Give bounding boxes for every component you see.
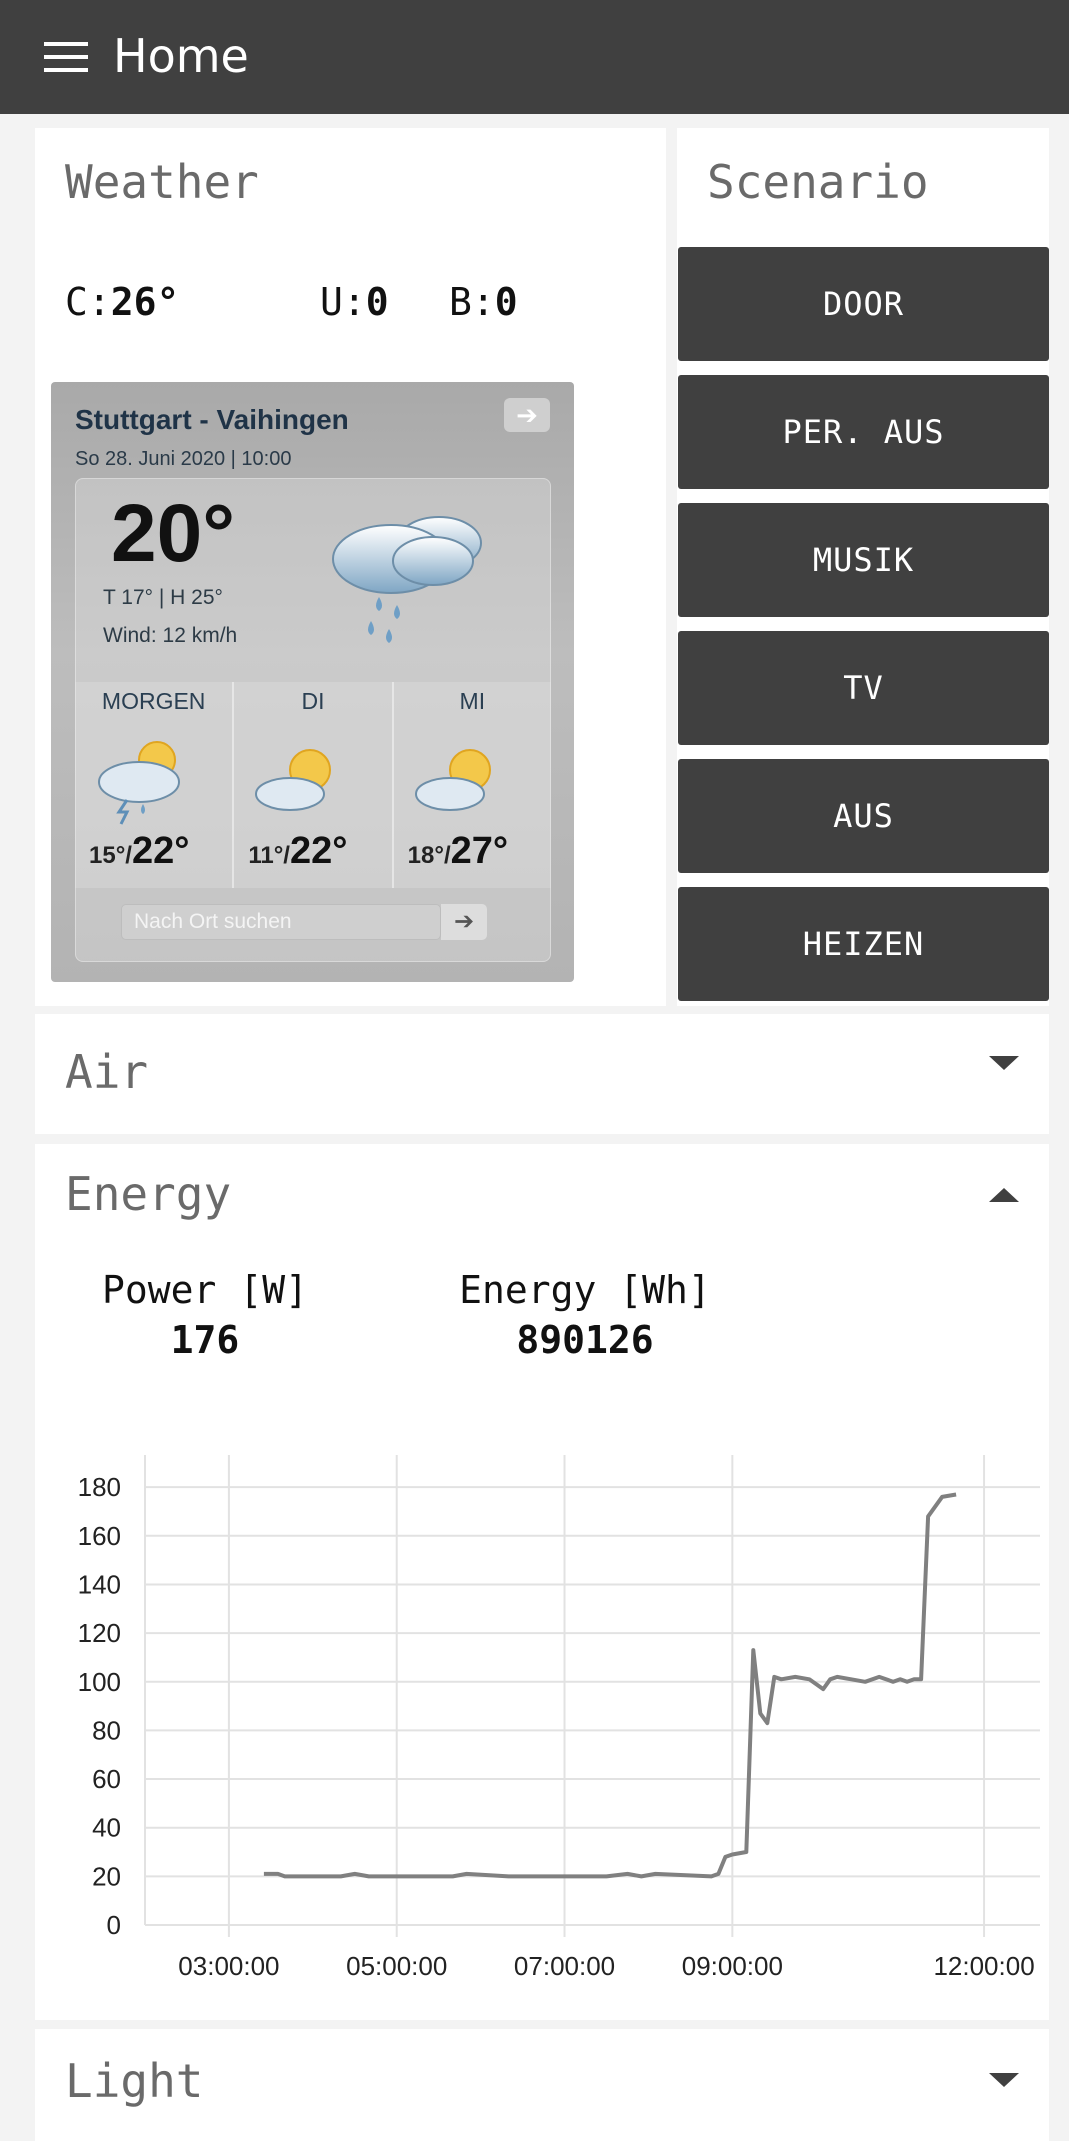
power-value: 176 — [170, 1318, 240, 1362]
chevron-up-icon[interactable] — [989, 1188, 1019, 1202]
y-tick-label: 160 — [78, 1521, 121, 1551]
x-tick-label: 03:00:00 — [178, 1951, 279, 1981]
forecast-day: DI 11°/22° — [234, 682, 394, 888]
forecast-day: MI 18°/27° — [393, 682, 551, 888]
scenario-tv-button[interactable]: TV — [678, 631, 1049, 745]
metric-c: C:26° — [65, 278, 179, 326]
y-tick-label: 0 — [107, 1910, 121, 1940]
forecast-high: 22° — [289, 830, 348, 872]
forecast-high: 22° — [131, 830, 190, 872]
metric-u: U:0 — [320, 278, 389, 326]
search-arrow-icon[interactable]: ➔ — [441, 904, 487, 940]
metric-b-key: B: — [449, 280, 495, 324]
x-tick-label: 09:00:00 — [682, 1951, 783, 1981]
forecast-low: 15°/ — [89, 842, 132, 869]
metric-u-value: 0 — [365, 280, 389, 324]
x-tick-label: 12:00:00 — [933, 1951, 1034, 1981]
app-bar: Home — [0, 0, 1069, 114]
forecast-day-name: DI — [301, 688, 325, 714]
widget-date: So 28. Juni 2020 | 10:00 — [75, 448, 292, 470]
forecast-day-temp: 11°/22° — [248, 830, 347, 873]
weather-widget: Stuttgart - Vaihingen So 28. Juni 2020 |… — [51, 382, 574, 982]
power-series-line — [263, 1492, 957, 1879]
forecast-high: 27° — [450, 830, 509, 872]
scenario-heizen-button[interactable]: HEIZEN — [678, 887, 1049, 1001]
rain-cloud-icon — [332, 516, 482, 643]
scenario-door-button[interactable]: DOOR — [678, 247, 1049, 361]
y-tick-label: 120 — [78, 1618, 121, 1648]
energy-title: Energy — [65, 1167, 232, 1221]
forecast-days: MORGEN 15°/22° DI 11°/22° MI 18°/27° — [75, 682, 551, 888]
air-section[interactable]: Air — [35, 1014, 1049, 1134]
y-tick-label: 60 — [92, 1764, 121, 1794]
y-tick-label: 80 — [92, 1715, 121, 1745]
metric-c-value: 26° — [110, 280, 180, 324]
power-label: Power [W] — [102, 1268, 308, 1312]
forecast-day: MORGEN 15°/22° — [75, 682, 235, 888]
forecast-low: 11°/ — [248, 842, 290, 869]
sun-cloud-icon — [255, 749, 332, 811]
light-section[interactable]: Light — [35, 2029, 1049, 2141]
air-title: Air — [65, 1045, 149, 1099]
forecast-low: 18°/ — [407, 842, 451, 869]
widget-temp-details: T 17° | H 25° — [103, 586, 223, 609]
energy-label: Energy [Wh] — [459, 1268, 711, 1312]
metric-b: B:0 — [449, 278, 518, 326]
metric-b-value: 0 — [494, 280, 518, 324]
widget-wind: Wind: 12 km/h — [103, 624, 238, 647]
energy-value: 890126 — [516, 1318, 654, 1362]
weather-title: Weather — [65, 155, 259, 209]
scenario-musik-button[interactable]: MUSIK — [678, 503, 1049, 617]
forecast-day-name: MORGEN — [101, 688, 206, 714]
chevron-down-icon[interactable] — [989, 2073, 1019, 2087]
page-title: Home — [113, 29, 249, 83]
y-tick-label: 100 — [78, 1667, 121, 1697]
thunder-sun-cloud-icon — [98, 741, 180, 825]
scenario-aus-button[interactable]: AUS — [678, 759, 1049, 873]
power-line-chart: 0 20 40 60 80 100 120 140 160 180 03:00:00 05:00:00… — [78, 1455, 1040, 1981]
forecast-day-temp: 15°/22° — [89, 830, 189, 873]
widget-city: Stuttgart - Vaihingen — [75, 404, 349, 435]
y-tick-label: 20 — [92, 1861, 121, 1891]
metric-c-key: C: — [65, 280, 111, 324]
sun-cloud-icon — [414, 749, 491, 811]
scenario-title: Scenario — [707, 155, 929, 209]
widget-next-arrow-icon[interactable]: ➔ — [504, 398, 550, 432]
weather-card: Weather C:26° U:0 B:0 Stuttgart - Vaihin… — [35, 128, 666, 1006]
location-search-input[interactable]: Nach Ort suchen — [121, 904, 441, 940]
y-tick-label: 140 — [78, 1569, 121, 1599]
x-tick-label: 05:00:00 — [346, 1951, 447, 1981]
forecast-day-name: MI — [459, 688, 486, 714]
metric-u-key: U: — [320, 280, 366, 324]
x-tick-label: 07:00:00 — [514, 1951, 615, 1981]
chevron-down-icon[interactable] — [989, 1056, 1019, 1070]
y-tick-label: 40 — [92, 1813, 121, 1843]
scenario-per-aus-button[interactable]: PER. AUS — [678, 375, 1049, 489]
hamburger-menu-icon[interactable] — [44, 42, 88, 74]
light-title: Light — [65, 2054, 204, 2108]
forecast-day-temp: 18°/27° — [408, 830, 508, 873]
y-tick-label: 180 — [78, 1472, 121, 1502]
widget-current-temp: 20° — [111, 488, 236, 579]
